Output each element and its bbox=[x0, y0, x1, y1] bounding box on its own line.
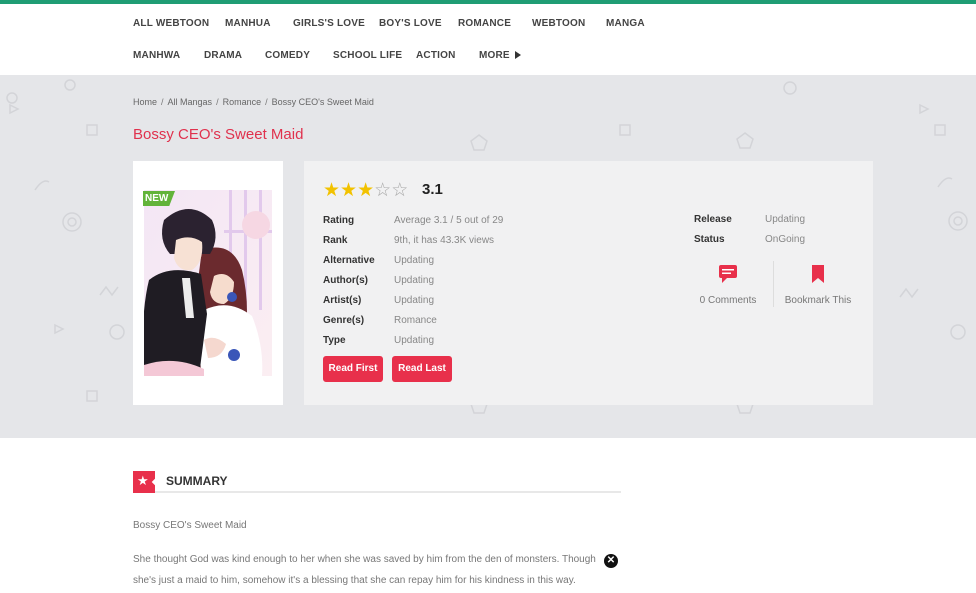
breadcrumb-romance[interactable]: Romance bbox=[223, 97, 262, 107]
nav-item-all-webtoon[interactable]: ALL WEBTOON bbox=[133, 18, 209, 29]
status-label: Status bbox=[694, 234, 725, 245]
nav-item-drama[interactable]: DRAMA bbox=[204, 50, 242, 61]
star-filled-icon[interactable]: ★ bbox=[323, 180, 340, 201]
bookmark-icon bbox=[812, 265, 824, 283]
star-filled-icon[interactable]: ★ bbox=[357, 180, 374, 201]
star-rating[interactable]: ★★★☆☆ bbox=[323, 179, 408, 202]
alternative-label: Alternative bbox=[323, 255, 375, 266]
rank-value: 9th, it has 43.3K views bbox=[394, 235, 495, 246]
breadcrumb-separator: / bbox=[161, 97, 164, 107]
bookmark-label: Bookmark This bbox=[784, 295, 852, 306]
alternative-value: Updating bbox=[394, 255, 435, 266]
nav-item-manhwa[interactable]: MANHWA bbox=[133, 50, 180, 61]
release-label: Release bbox=[694, 214, 732, 225]
nav-item-boys-love[interactable]: BOY'S LOVE bbox=[379, 18, 442, 29]
nav-item-girls-love[interactable]: GIRLS'S LOVE bbox=[293, 18, 365, 29]
type-value: Updating bbox=[394, 335, 435, 346]
summary-header: ★ SUMMARY bbox=[133, 471, 621, 493]
nav-item-action[interactable]: ACTION bbox=[416, 50, 456, 61]
cover-card[interactable]: NEW bbox=[133, 161, 283, 405]
cover-image[interactable] bbox=[144, 190, 272, 376]
type-label: Type bbox=[323, 335, 346, 346]
status-value: OnGoing bbox=[765, 234, 806, 245]
star-empty-icon[interactable]: ☆ bbox=[391, 180, 408, 201]
breadcrumb: Home / All Mangas / Romance / Bossy CEO's Swee… bbox=[133, 97, 374, 107]
artists-value: Updating bbox=[394, 295, 435, 306]
comments-icon bbox=[719, 265, 737, 283]
authors-value: Updating bbox=[394, 275, 435, 286]
breadcrumb-all-mangas[interactable]: All Mangas bbox=[168, 97, 213, 107]
read-first-button[interactable]: Read First bbox=[323, 356, 383, 382]
page-title: Bossy CEO's Sweet Maid bbox=[133, 126, 304, 143]
artists-label: Artist(s) bbox=[323, 295, 362, 306]
release-value: Updating bbox=[765, 214, 806, 225]
nav-item-manhua[interactable]: MANHUA bbox=[225, 18, 271, 29]
nav-item-more[interactable]: MORE bbox=[479, 50, 521, 61]
nav-item-school-life[interactable]: SCHOOL LIFE bbox=[333, 50, 402, 61]
nav-item-manga[interactable]: MANGA bbox=[606, 18, 645, 29]
action-divider bbox=[773, 261, 774, 307]
summary-text: She thought God was kind enough to her w… bbox=[133, 549, 605, 591]
summary-line-2: she's just a maid to him, somehow it's a… bbox=[133, 575, 576, 586]
genre-nav: ALL WEBTOON MANHUA GIRLS'S LOVE BOY'S LO… bbox=[0, 4, 976, 75]
nav-more-label: MORE bbox=[479, 50, 510, 61]
rating-value: Average 3.1 / 5 out of 29 bbox=[394, 215, 504, 226]
nav-item-webtoon[interactable]: WEBTOON bbox=[532, 18, 585, 29]
rating-label: Rating bbox=[323, 215, 355, 226]
genres-label: Genre(s) bbox=[323, 315, 365, 326]
nav-item-romance[interactable]: ROMANCE bbox=[458, 18, 511, 29]
bookmark-button[interactable]: Bookmark This bbox=[782, 264, 854, 306]
manga-hero: Home / All Mangas / Romance / Bossy CEO's Swee… bbox=[0, 75, 976, 438]
breadcrumb-home[interactable]: Home bbox=[133, 97, 157, 107]
comments-button[interactable]: 0 Comments bbox=[698, 264, 758, 306]
manga-info-card: ★★★☆☆ 3.1 Rating Average 3.1 / 5 out of … bbox=[304, 161, 873, 405]
read-last-button[interactable]: Read Last bbox=[392, 356, 452, 382]
rating-score: 3.1 bbox=[422, 181, 443, 198]
summary-subtitle: Bossy CEO's Sweet Maid bbox=[133, 520, 247, 531]
breadcrumb-separator: / bbox=[265, 97, 268, 107]
nav-item-comedy[interactable]: COMEDY bbox=[265, 50, 310, 61]
summary-heading: SUMMARY bbox=[166, 474, 228, 488]
caret-right-icon bbox=[514, 51, 521, 59]
star-empty-icon[interactable]: ☆ bbox=[374, 180, 391, 201]
rank-label: Rank bbox=[323, 235, 348, 246]
authors-label: Author(s) bbox=[323, 275, 368, 286]
summary-star-icon: ★ bbox=[133, 471, 155, 493]
breadcrumb-current: Bossy CEO's Sweet Maid bbox=[271, 97, 374, 107]
genres-value[interactable]: Romance bbox=[394, 315, 437, 326]
close-icon[interactable]: ✕ bbox=[604, 554, 618, 568]
comments-count: 0 Comments bbox=[699, 295, 757, 306]
star-filled-icon[interactable]: ★ bbox=[340, 180, 357, 201]
breadcrumb-separator: / bbox=[216, 97, 219, 107]
summary-line-1: She thought God was kind enough to her w… bbox=[133, 554, 596, 565]
